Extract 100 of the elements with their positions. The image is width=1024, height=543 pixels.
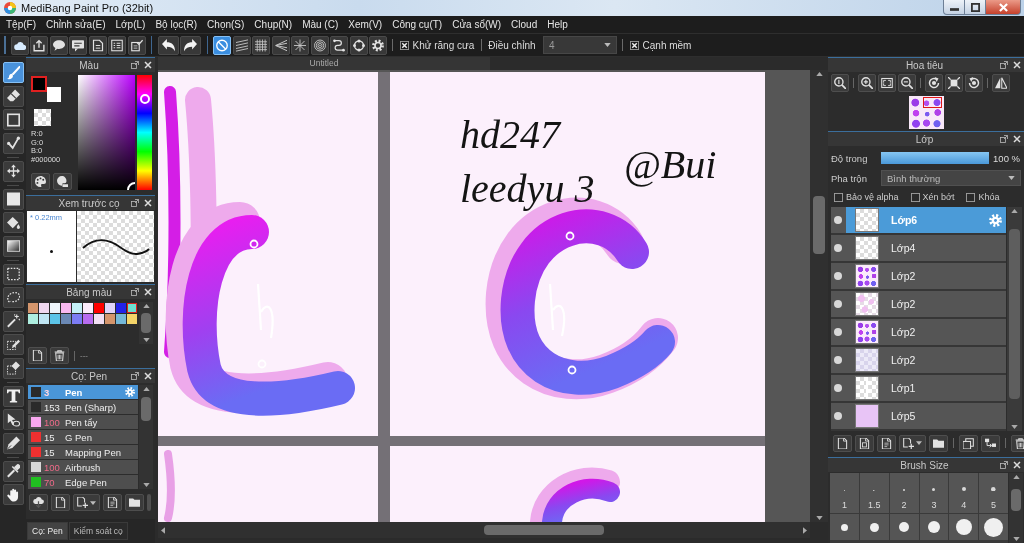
tool-button[interactable] [2, 132, 24, 154]
document-tab[interactable]: Untitled [158, 57, 490, 70]
brush-size-option[interactable]: 3 [919, 473, 949, 513]
menu-item[interactable]: Cloud [506, 19, 543, 30]
tool-button[interactable] [2, 385, 24, 407]
scroll-down-icon[interactable] [142, 483, 150, 487]
scroll-up-icon[interactable] [142, 304, 150, 308]
close-icon[interactable] [1013, 61, 1021, 69]
scroll-down-icon[interactable] [1012, 537, 1020, 541]
minimize-button[interactable] [943, 0, 965, 15]
toolbar-button[interactable] [69, 35, 87, 55]
scrollbar[interactable] [139, 385, 153, 489]
menu-item[interactable]: Help [542, 19, 573, 30]
toolbar-button[interactable] [157, 35, 179, 55]
opacity-slider[interactable] [881, 152, 989, 164]
color-swatch[interactable] [39, 314, 49, 324]
brush-tool-button[interactable] [73, 494, 100, 511]
color-swatch[interactable] [72, 314, 82, 324]
navigator-button[interactable] [965, 73, 983, 92]
close-icon[interactable] [144, 372, 152, 380]
panel-tab[interactable]: Cọ: Pen [27, 522, 68, 540]
blend-dropdown[interactable]: Bình thường [881, 170, 1021, 186]
scroll-up-icon[interactable] [1012, 475, 1020, 479]
transparent-swatch[interactable] [34, 109, 51, 126]
checkbox-label[interactable]: Khử răng cưa [412, 39, 475, 51]
tool-button[interactable] [2, 432, 24, 454]
brush-size-option[interactable] [859, 514, 889, 540]
close-icon[interactable] [1013, 135, 1021, 143]
close-icon[interactable] [144, 61, 152, 69]
snap-mode-button[interactable] [330, 35, 348, 55]
undock-icon[interactable] [131, 288, 139, 296]
layer-tool-button[interactable] [981, 434, 1000, 452]
scroll-right-icon[interactable] [803, 526, 807, 534]
brush-item[interactable]: 70 Edge Pen [28, 475, 138, 489]
scrollbar-thumb[interactable] [484, 525, 604, 535]
menu-item[interactable]: Tệp(F) [1, 19, 41, 30]
tool-button[interactable] [2, 334, 24, 355]
scrollbar-thumb[interactable] [1009, 229, 1020, 399]
navigator-button[interactable] [945, 73, 963, 92]
scrollbar[interactable] [139, 302, 153, 344]
snap-mode-button[interactable] [232, 35, 251, 55]
snap-mode-button[interactable] [349, 35, 368, 55]
layer-row[interactable]: Lớp5 [831, 403, 1006, 431]
visibility-dot-icon[interactable] [834, 356, 842, 364]
toolbar-button[interactable] [30, 35, 48, 55]
scrollbar[interactable] [1009, 473, 1023, 543]
menu-item[interactable]: Bộ lọc(R) [150, 19, 203, 30]
close-button[interactable] [986, 0, 1021, 15]
correction-dropdown[interactable]: 4 [543, 36, 618, 54]
tool-button[interactable] [2, 263, 24, 285]
checkbox[interactable] [834, 192, 843, 202]
brush-size-option[interactable]: 2 [889, 473, 919, 513]
color-swatch[interactable] [28, 314, 38, 324]
brush-item[interactable]: 100 Pen tẩy [28, 415, 138, 429]
color-swatch[interactable] [105, 314, 115, 324]
tool-button[interactable] [2, 357, 24, 379]
layer-row[interactable]: Lớp4 [831, 235, 1006, 263]
color-swatch[interactable] [83, 303, 93, 313]
color-swatch[interactable] [28, 303, 38, 313]
hue-thumb[interactable] [139, 94, 150, 105]
menu-item[interactable]: Chọn(S) [202, 19, 250, 30]
layer-row[interactable]: Lớp2 [831, 347, 1006, 375]
checkbox-label[interactable]: Xén bớt [922, 192, 955, 202]
checkbox[interactable] [966, 192, 976, 202]
toolbar-button[interactable] [10, 35, 29, 55]
tool-button[interactable] [2, 484, 24, 505]
brush-size-option[interactable]: 1 [830, 473, 859, 513]
snap-mode-button[interactable] [271, 35, 290, 55]
scrollbar-thumb[interactable] [141, 313, 151, 333]
menu-item[interactable]: Chỉnh sửa(E) [41, 19, 111, 30]
layer-tool-button[interactable] [855, 434, 874, 452]
checkbox-label[interactable]: Bảo vệ alpha [846, 192, 899, 202]
color-swatch[interactable] [50, 314, 60, 324]
color-swatch[interactable] [61, 303, 71, 313]
layer-row[interactable]: Lớp1 [831, 375, 1006, 403]
color-swatch[interactable] [94, 314, 104, 324]
checkbox[interactable] [630, 40, 640, 50]
checkbox-label[interactable]: Khóa [978, 192, 1000, 202]
color-swatch[interactable] [31, 76, 47, 92]
menu-item[interactable]: Màu (C) [297, 19, 344, 30]
snap-mode-button[interactable] [291, 35, 309, 55]
brush-item[interactable]: 15 Mapping Pen [28, 445, 138, 459]
scrollbar-thumb[interactable] [141, 397, 151, 421]
scroll-up-icon[interactable] [142, 387, 150, 391]
undock-icon[interactable] [1000, 135, 1008, 143]
close-icon[interactable] [144, 288, 152, 296]
visibility-dot-icon[interactable] [834, 328, 842, 336]
layer-tool-button[interactable] [877, 434, 896, 452]
palette-button[interactable] [31, 173, 50, 190]
tool-button[interactable] [2, 109, 24, 130]
scroll-left-icon[interactable] [161, 526, 165, 534]
scroll-down-icon[interactable] [142, 338, 150, 342]
color-swatch[interactable] [116, 303, 126, 313]
color-swatch[interactable] [116, 314, 126, 324]
brush-size-option[interactable] [979, 514, 1008, 540]
color-swatch[interactable] [94, 303, 104, 313]
tool-button[interactable] [2, 160, 24, 182]
brush-tool-button[interactable] [29, 494, 48, 511]
color-swatch[interactable] [127, 314, 137, 324]
picker-ring-icon[interactable] [127, 182, 135, 190]
